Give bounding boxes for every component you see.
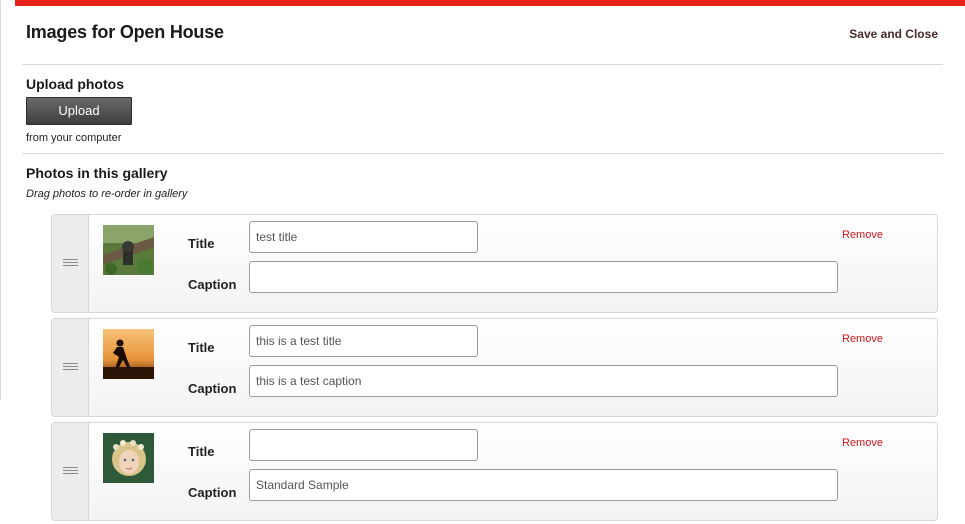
caption-input[interactable]	[249, 469, 838, 501]
title-label: Title	[188, 444, 215, 459]
upload-divider	[22, 153, 943, 154]
grip-icon	[63, 259, 78, 268]
title-label: Title	[188, 236, 215, 251]
upload-button[interactable]: Upload	[26, 97, 132, 125]
drag-handle[interactable]	[52, 215, 89, 312]
photo-row[interactable]: Title Remove Caption	[51, 318, 938, 417]
photo-row[interactable]: Title Remove Caption	[51, 214, 938, 313]
photo-list: Title Remove Caption	[51, 214, 938, 524]
photo-row[interactable]: Title Remove Caption	[51, 422, 938, 521]
title-input[interactable]	[249, 221, 478, 253]
header-divider	[22, 64, 943, 65]
drag-hint: Drag photos to re-order in gallery	[26, 188, 188, 200]
drag-handle[interactable]	[52, 423, 89, 520]
grip-icon	[63, 363, 78, 372]
remove-link[interactable]: Remove	[842, 437, 883, 449]
photo-thumbnail	[103, 433, 154, 483]
remove-link[interactable]: Remove	[842, 229, 883, 241]
grip-icon	[63, 467, 78, 476]
upload-section-title: Upload photos	[26, 76, 124, 92]
title-label: Title	[188, 340, 215, 355]
caption-label: Caption	[188, 381, 237, 396]
caption-label: Caption	[188, 277, 237, 292]
caption-input[interactable]	[249, 365, 838, 397]
upload-note: from your computer	[26, 132, 122, 144]
drag-handle[interactable]	[52, 319, 89, 416]
gallery-section-title: Photos in this gallery	[26, 165, 168, 181]
top-accent-bar	[15, 0, 965, 6]
remove-link[interactable]: Remove	[842, 333, 883, 345]
photo-thumbnail	[103, 225, 154, 275]
caption-input[interactable]	[249, 261, 838, 293]
save-and-close-link[interactable]: Save and Close	[849, 27, 938, 41]
page-title: Images for Open House	[26, 22, 224, 42]
title-input[interactable]	[249, 325, 478, 357]
caption-label: Caption	[188, 485, 237, 500]
photo-thumbnail	[103, 329, 154, 379]
left-border	[0, 0, 1, 400]
title-input[interactable]	[249, 429, 478, 461]
